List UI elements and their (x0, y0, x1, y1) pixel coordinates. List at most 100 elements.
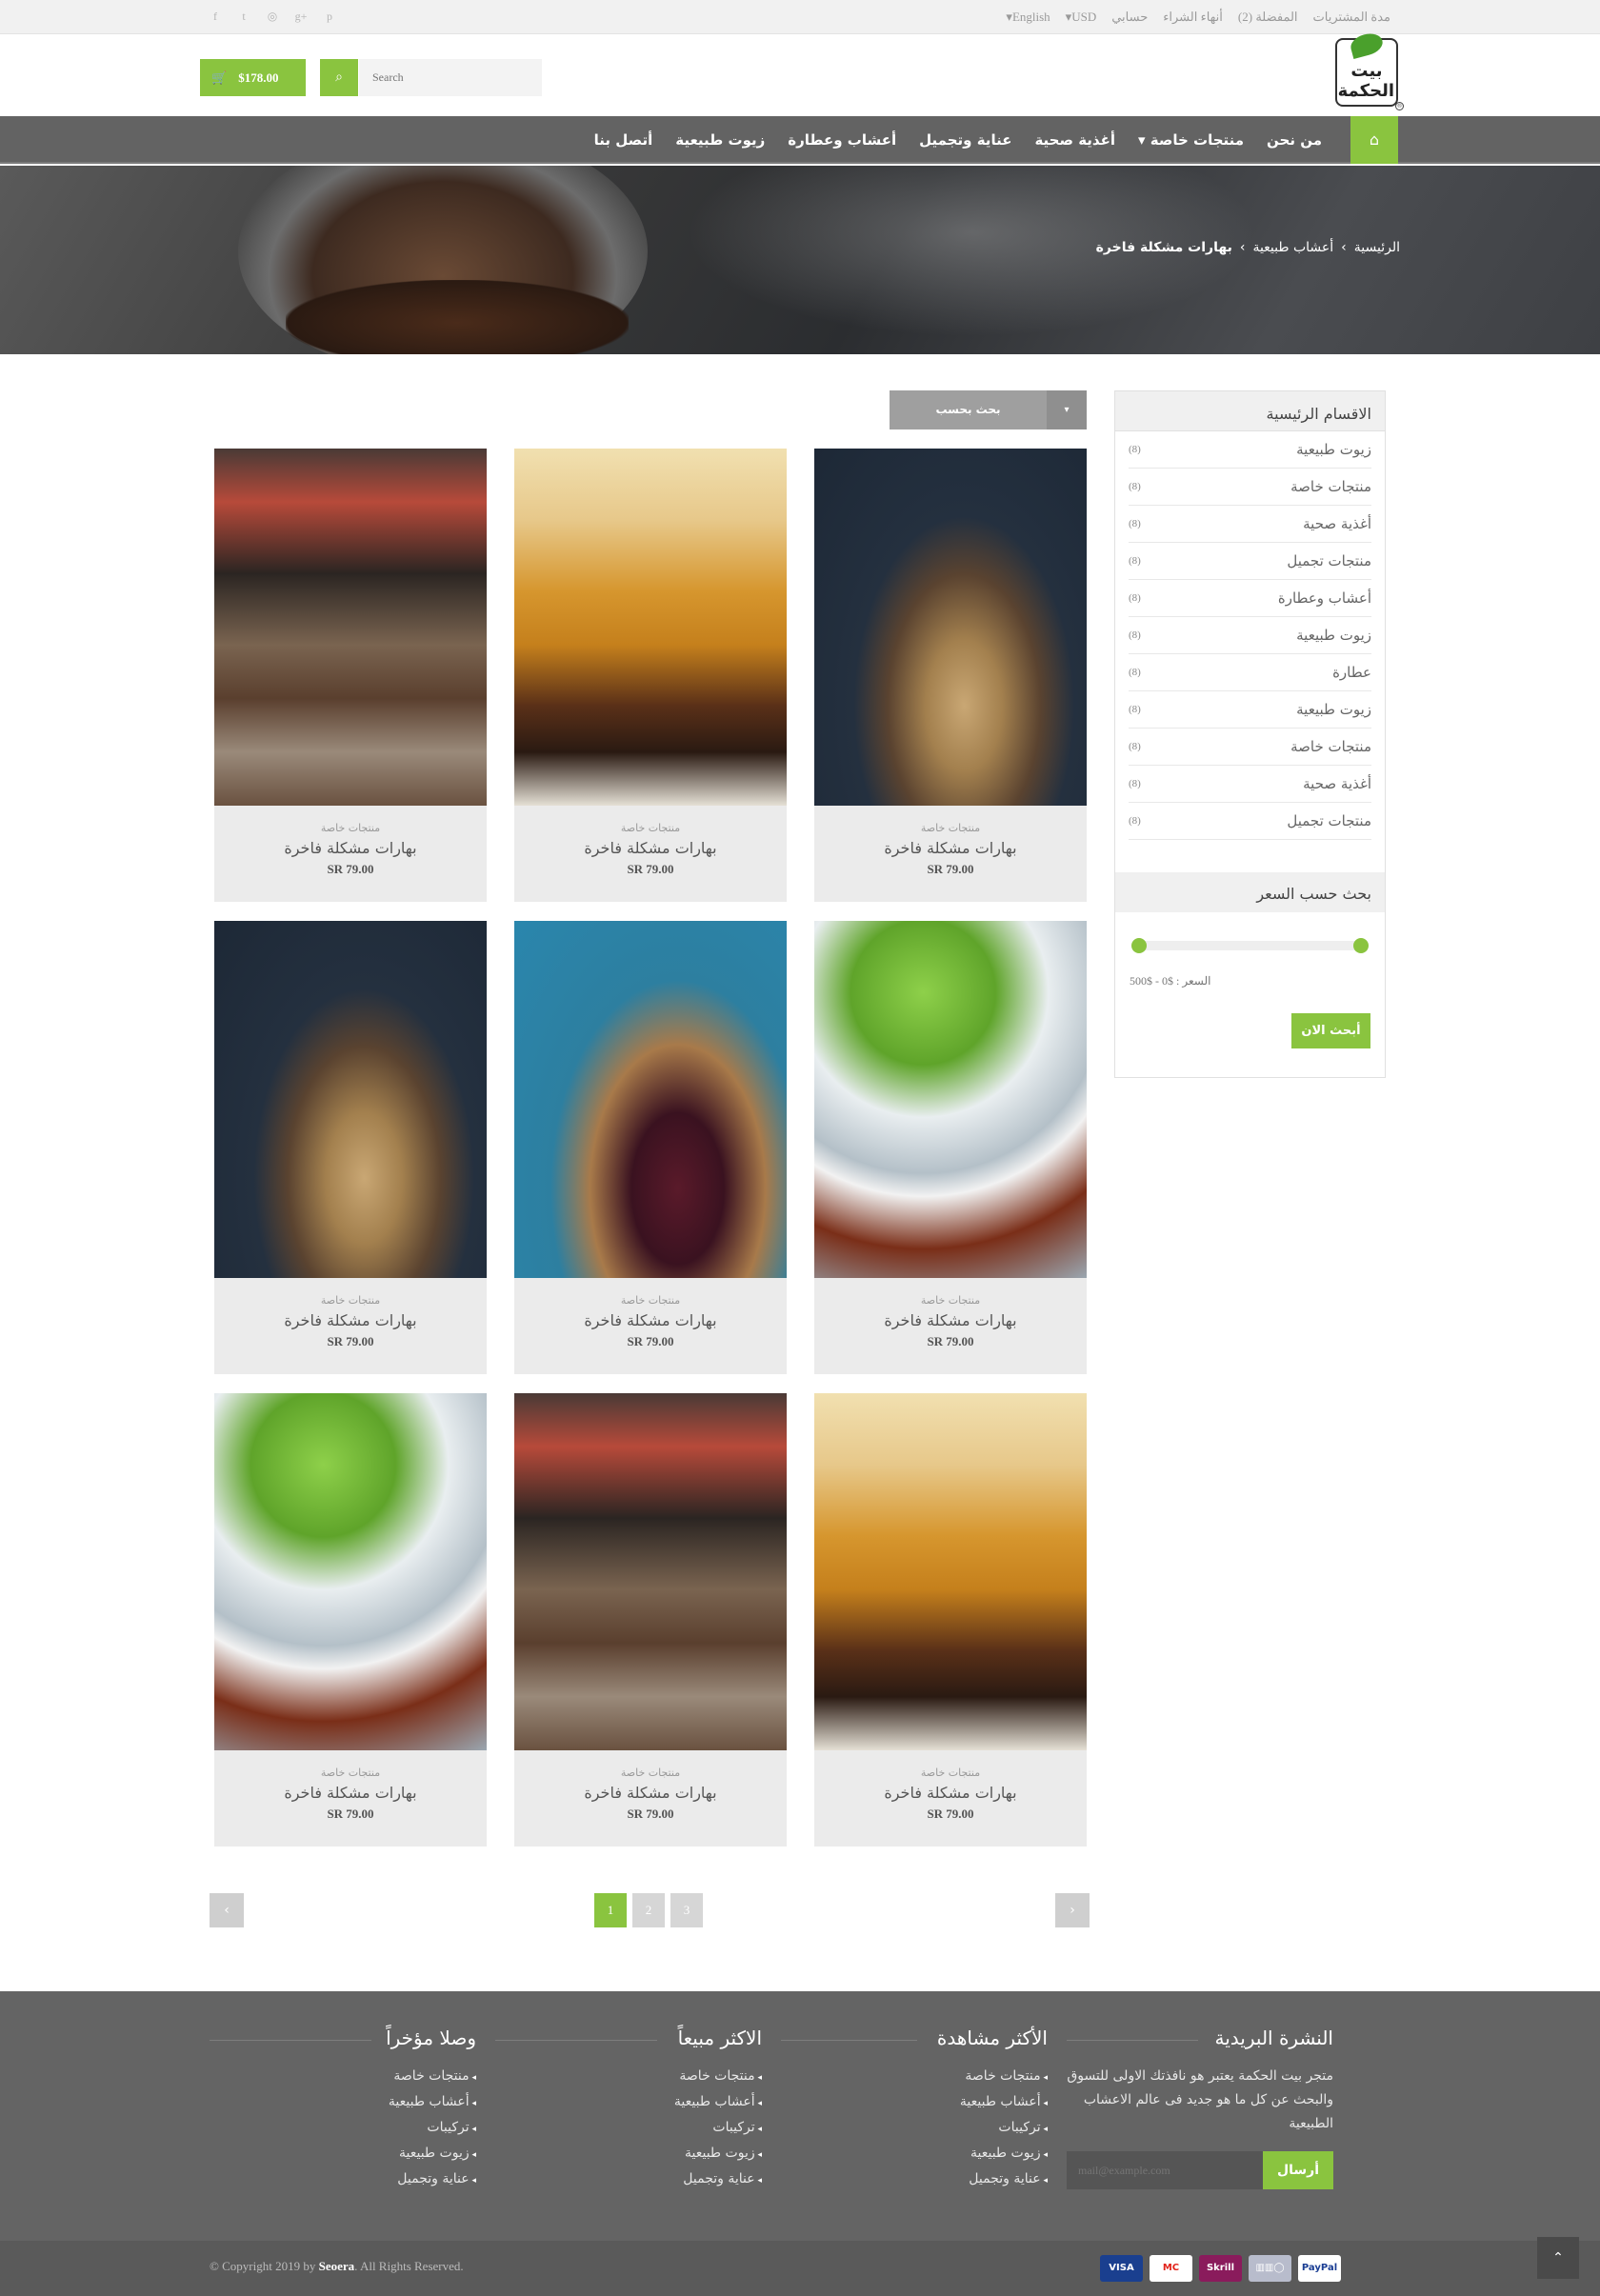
sidebar-category-item[interactable]: (8) منتجات خاصة (1129, 469, 1371, 506)
product-card[interactable]: منتجات خاصة بهارات مشكلة فاخرة SR 79.00 (814, 1393, 1087, 1847)
product-name[interactable]: بهارات مشكلة فاخرة (214, 1311, 487, 1329)
product-image[interactable] (514, 449, 787, 806)
footer-link[interactable]: منتجات خاصة (389, 2065, 476, 2090)
product-image[interactable] (214, 921, 487, 1278)
top-link-wishlist[interactable]: المفضلة (2) (1238, 10, 1298, 25)
footer-link[interactable]: منتجات خاصة (960, 2065, 1048, 2090)
product-image[interactable] (214, 449, 487, 806)
footer-link[interactable]: زيوت طبيعية (389, 2142, 476, 2167)
currency-select[interactable]: USD▾ (1066, 10, 1097, 25)
footer-link[interactable]: عناية وتجميل (674, 2167, 762, 2193)
sidebar-category-item[interactable]: (8) منتجات خاصة (1129, 729, 1371, 766)
top-link-account[interactable]: حسابي (1111, 10, 1148, 25)
logo[interactable]: بيت الحكمة ® (1335, 30, 1404, 110)
search-input[interactable] (359, 59, 542, 96)
sidebar-category-item[interactable]: (8) زيوت طبيعية (1129, 617, 1371, 654)
nav-item-about[interactable]: من نحن (1255, 116, 1333, 164)
footer-link[interactable]: زيوت طبيعية (960, 2142, 1048, 2167)
sidebar-category-item[interactable]: (8) أعشاب وعطارة (1129, 580, 1371, 617)
footer-link[interactable]: منتجات خاصة (674, 2065, 762, 2090)
google-plus-icon[interactable]: g+ (293, 9, 309, 24)
page-2[interactable]: 2 (632, 1893, 665, 1927)
product-name[interactable]: بهارات مشكلة فاخرة (514, 1311, 787, 1329)
search-button[interactable]: ⌕ (320, 59, 358, 96)
breadcrumb-home[interactable]: الرئيسية (1354, 240, 1400, 255)
sidebar-category-item[interactable]: (8) زيوت طبيعية (1129, 431, 1371, 469)
product-category[interactable]: منتجات خاصة (514, 1294, 787, 1307)
product-image[interactable] (814, 1393, 1087, 1750)
price-search-button[interactable]: أبحث الان (1291, 1013, 1370, 1048)
scroll-to-top-button[interactable]: ⌃ (1537, 2237, 1579, 2279)
top-link-purchases[interactable]: مدة المشتريات (1313, 10, 1390, 25)
nav-item-healthy-food[interactable]: أغذية صحية (1023, 116, 1127, 164)
price-slider[interactable] (1131, 938, 1369, 953)
product-category[interactable]: منتجات خاصة (514, 1767, 787, 1779)
product-card[interactable]: منتجات خاصة بهارات مشكلة فاخرة SR 79.00 (214, 449, 487, 902)
product-category[interactable]: منتجات خاصة (814, 1767, 1087, 1779)
product-name[interactable]: بهارات مشكلة فاخرة (814, 839, 1087, 857)
pinterest-icon[interactable]: p (322, 9, 337, 24)
sidebar-category-item[interactable]: (8) منتجات تجميل (1129, 803, 1371, 840)
product-image[interactable] (814, 921, 1087, 1278)
facebook-icon[interactable]: f (208, 9, 223, 24)
product-category[interactable]: منتجات خاصة (214, 1767, 487, 1779)
footer-link[interactable]: تركيبات (960, 2116, 1048, 2142)
product-category[interactable]: منتجات خاصة (814, 1294, 1087, 1307)
copyright-brand[interactable]: Seoera (319, 2259, 355, 2273)
product-image[interactable] (814, 449, 1087, 806)
product-image[interactable] (514, 921, 787, 1278)
sidebar-category-item[interactable]: (8) منتجات تجميل (1129, 543, 1371, 580)
product-image[interactable] (214, 1393, 487, 1750)
pagination-next[interactable]: › (1055, 1893, 1090, 1927)
product-card[interactable]: منتجات خاصة بهارات مشكلة فاخرة SR 79.00 (214, 1393, 487, 1847)
footer-link[interactable]: أعشاب طبيعية (389, 2090, 476, 2116)
product-category[interactable]: منتجات خاصة (214, 822, 487, 834)
home-button[interactable]: ⌂ (1350, 116, 1398, 164)
nav-item-beauty[interactable]: عناية وتجميل (908, 116, 1023, 164)
page-3[interactable]: 3 (670, 1893, 703, 1927)
pagination-prev[interactable]: ‹ (210, 1893, 244, 1927)
sidebar-category-item[interactable]: (8) عطارة (1129, 654, 1371, 691)
language-select[interactable]: English▾ (1006, 10, 1050, 25)
cart-button[interactable]: 🛒 $178.00 (200, 59, 306, 96)
nav-item-special-products[interactable]: منتجات خاصة ▾ (1127, 116, 1255, 164)
footer-link[interactable]: تركيبات (674, 2116, 762, 2142)
nav-item-herbs[interactable]: أعشاب وعطارة (776, 116, 908, 164)
sort-dropdown[interactable]: بحث بحسب ▾ (890, 390, 1087, 429)
footer-link[interactable]: عناية وتجميل (389, 2167, 476, 2193)
nav-item-contact[interactable]: أتصل بنا (583, 116, 665, 164)
twitter-icon[interactable]: t (236, 9, 251, 24)
product-name[interactable]: بهارات مشكلة فاخرة (214, 839, 487, 857)
footer-link[interactable]: عناية وتجميل (960, 2167, 1048, 2193)
sidebar-category-item[interactable]: (8) أغذية صحية (1129, 766, 1371, 803)
newsletter-email-input[interactable] (1067, 2151, 1263, 2189)
product-card[interactable]: منتجات خاصة بهارات مشكلة فاخرة SR 79.00 (514, 449, 787, 902)
breadcrumb-section[interactable]: أعشاب طبيعية (1252, 240, 1333, 255)
product-name[interactable]: بهارات مشكلة فاخرة (214, 1784, 487, 1802)
product-card[interactable]: منتجات خاصة بهارات مشكلة فاخرة SR 79.00 (514, 1393, 787, 1847)
page-1[interactable]: 1 (594, 1893, 627, 1927)
newsletter-submit-button[interactable]: أرسال (1263, 2151, 1333, 2189)
nav-item-oils[interactable]: زيوت طبيعية (664, 116, 776, 164)
price-slider-min-handle[interactable] (1131, 938, 1147, 953)
sidebar-category-item[interactable]: (8) زيوت طبيعية (1129, 691, 1371, 729)
footer-link[interactable]: أعشاب طبيعية (674, 2090, 762, 2116)
sidebar-category-item[interactable]: (8) أغذية صحية (1129, 506, 1371, 543)
footer-link[interactable]: زيوت طبيعية (674, 2142, 762, 2167)
product-name[interactable]: بهارات مشكلة فاخرة (814, 1784, 1087, 1802)
product-card[interactable]: منتجات خاصة بهارات مشكلة فاخرة SR 79.00 (514, 921, 787, 1374)
dribbble-icon[interactable]: ◎ (265, 9, 280, 24)
price-slider-max-handle[interactable] (1353, 938, 1369, 953)
footer-link[interactable]: تركيبات (389, 2116, 476, 2142)
product-category[interactable]: منتجات خاصة (814, 822, 1087, 834)
product-name[interactable]: بهارات مشكلة فاخرة (814, 1311, 1087, 1329)
product-card[interactable]: منتجات خاصة بهارات مشكلة فاخرة SR 79.00 (214, 921, 487, 1374)
top-link-checkout[interactable]: أنهاء الشراء (1163, 10, 1223, 25)
product-card[interactable]: منتجات خاصة بهارات مشكلة فاخرة SR 79.00 (814, 921, 1087, 1374)
product-image[interactable] (514, 1393, 787, 1750)
footer-link[interactable]: أعشاب طبيعية (960, 2090, 1048, 2116)
product-name[interactable]: بهارات مشكلة فاخرة (514, 1784, 787, 1802)
product-card[interactable]: منتجات خاصة بهارات مشكلة فاخرة SR 79.00 (814, 449, 1087, 902)
product-name[interactable]: بهارات مشكلة فاخرة (514, 839, 787, 857)
product-category[interactable]: منتجات خاصة (514, 822, 787, 834)
